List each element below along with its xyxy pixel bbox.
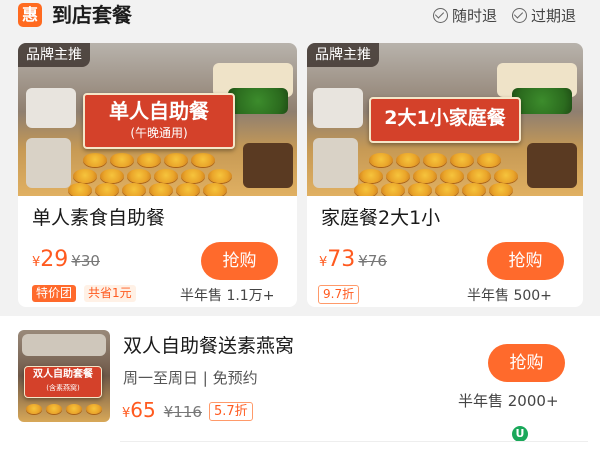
current-price: 65 xyxy=(130,398,156,422)
egg-tart-shape xyxy=(83,153,107,167)
banner-title: 2大1小家庭餐 xyxy=(384,107,506,129)
current-price: 29 xyxy=(40,247,69,272)
deal-card-single-buffet[interactable]: 品牌主推 单人自助餐 (午晚通用) 单人素食自助餐 ¥29 ¥30 抢购 特价团 … xyxy=(18,43,297,307)
deal-photo: 品牌主推 2大1小家庭餐 xyxy=(307,43,583,196)
deal-card-family-meal[interactable]: 品牌主推 2大1小家庭餐 家庭餐2大1小 ¥73 ¥76 抢购 9.7折 半年售 … xyxy=(307,43,583,307)
deal-photo: 品牌主推 单人自助餐 (午晚通用) xyxy=(18,43,297,196)
buy-button[interactable]: 抢购 xyxy=(201,242,278,280)
egg-tart-shape xyxy=(164,153,188,167)
savings-chip: 共省1元 xyxy=(84,285,136,302)
refund-expired-label: 过期退 xyxy=(531,7,577,25)
price-row: ¥29 ¥30 xyxy=(32,248,100,275)
refund-expired-tag: 过期退 xyxy=(512,6,576,26)
price-row: ¥73 ¥76 xyxy=(319,248,387,275)
promo-banner: 单人自助餐 (午晚通用) xyxy=(83,93,235,149)
egg-tart-shape xyxy=(462,183,486,196)
deal-subtitle: 周一至周日 | 免预约 xyxy=(123,369,258,387)
egg-tart-shape xyxy=(127,169,151,183)
banner-title: 单人自助餐 xyxy=(109,99,209,123)
banner-subtitle: (午晚通用) xyxy=(130,126,188,140)
price-row: ¥65 ¥116 xyxy=(122,398,202,426)
egg-tart-shape xyxy=(68,183,92,196)
egg-tart-shape xyxy=(467,169,491,183)
dish-shape xyxy=(527,143,577,188)
egg-tart-shape xyxy=(413,169,437,183)
egg-tart-shape xyxy=(381,183,405,196)
plate-shape xyxy=(22,334,106,356)
current-price: 73 xyxy=(327,247,356,272)
original-price: ¥116 xyxy=(163,403,202,421)
deal-title: 单人素食自助餐 xyxy=(32,207,166,229)
brand-recommend-badge: 品牌主推 xyxy=(307,43,379,67)
egg-tart-shape xyxy=(359,169,383,183)
section-header: 惠 到店套餐 随时退 过期退 xyxy=(0,0,600,32)
deal-title: 双人自助餐送素燕窝 xyxy=(123,335,295,357)
original-price: ¥76 xyxy=(358,252,387,270)
plate-shape xyxy=(26,138,71,188)
egg-tart-shape xyxy=(423,153,447,167)
section-title: 到店套餐 xyxy=(52,3,132,27)
thumbnail-banner-subtitle: (含素燕窝) xyxy=(46,384,80,392)
buy-button[interactable]: 抢购 xyxy=(488,344,565,382)
egg-tart-shape xyxy=(149,183,173,196)
egg-tart-shape xyxy=(66,404,82,414)
watermark-logo-icon: U xyxy=(512,426,528,442)
egg-tart-shape xyxy=(354,183,378,196)
promo-banner: 2大1小家庭餐 xyxy=(369,97,521,143)
original-price: ¥30 xyxy=(71,252,100,270)
thumbnail-banner-title: 双人自助套餐 xyxy=(33,369,93,380)
sales-count: 半年售 1.1万+ xyxy=(180,288,275,304)
refund-anytime-tag: 随时退 xyxy=(433,6,497,26)
egg-tart-shape xyxy=(181,169,205,183)
vegetable-dish-shape xyxy=(512,88,572,114)
egg-tart-shape xyxy=(191,153,215,167)
brand-recommend-badge: 品牌主推 xyxy=(18,43,90,67)
egg-tart-shape xyxy=(440,169,464,183)
deal-thumbnail: 双人自助套餐 (含素燕窝) xyxy=(18,330,110,422)
egg-tart-shape xyxy=(122,183,146,196)
egg-tart-shape xyxy=(477,153,501,167)
dish-shape xyxy=(243,143,293,188)
plate-shape xyxy=(313,88,363,128)
egg-tart-shape xyxy=(396,153,420,167)
egg-tart-shape xyxy=(176,183,200,196)
egg-tart-shape xyxy=(73,169,97,183)
discount-badge-icon: 惠 xyxy=(18,3,42,27)
discount-chip: 9.7折 xyxy=(318,285,360,304)
buy-button[interactable]: 抢购 xyxy=(487,242,564,280)
egg-tart-shape xyxy=(435,183,459,196)
special-group-chip: 特价团 xyxy=(32,285,77,302)
egg-tart-shape xyxy=(408,183,432,196)
sales-count: 半年售 2000+ xyxy=(458,392,559,410)
deal-title: 家庭餐2大1小 xyxy=(321,207,441,229)
plate-shape xyxy=(313,138,358,188)
check-circle-icon xyxy=(512,8,527,23)
egg-tart-shape xyxy=(489,183,513,196)
deal-list-item-double-buffet[interactable]: 双人自助套餐 (含素燕窝) 双人自助餐送素燕窝 周一至周日 | 免预约 ¥65 ¥… xyxy=(0,316,600,450)
egg-tart-shape xyxy=(208,169,232,183)
check-circle-icon xyxy=(433,8,448,23)
refund-anytime-label: 随时退 xyxy=(452,7,498,25)
divider xyxy=(120,441,588,442)
plate-shape xyxy=(26,88,76,128)
egg-tart-shape xyxy=(26,404,42,414)
sales-count: 半年售 500+ xyxy=(467,288,552,304)
egg-tart-shape xyxy=(369,153,393,167)
egg-tart-shape xyxy=(203,183,227,196)
egg-tart-shape xyxy=(95,183,119,196)
egg-tart-shape xyxy=(46,404,62,414)
egg-tart-shape xyxy=(86,404,102,414)
egg-tart-shape xyxy=(154,169,178,183)
egg-tart-shape xyxy=(137,153,161,167)
egg-tart-shape xyxy=(110,153,134,167)
egg-tart-shape xyxy=(450,153,474,167)
vegetable-dish-shape xyxy=(228,88,288,114)
egg-tart-shape xyxy=(494,169,518,183)
discount-chip: 5.7折 xyxy=(209,402,253,421)
thumbnail-banner: 双人自助套餐 (含素燕窝) xyxy=(24,366,102,398)
egg-tart-shape xyxy=(100,169,124,183)
egg-tart-shape xyxy=(386,169,410,183)
